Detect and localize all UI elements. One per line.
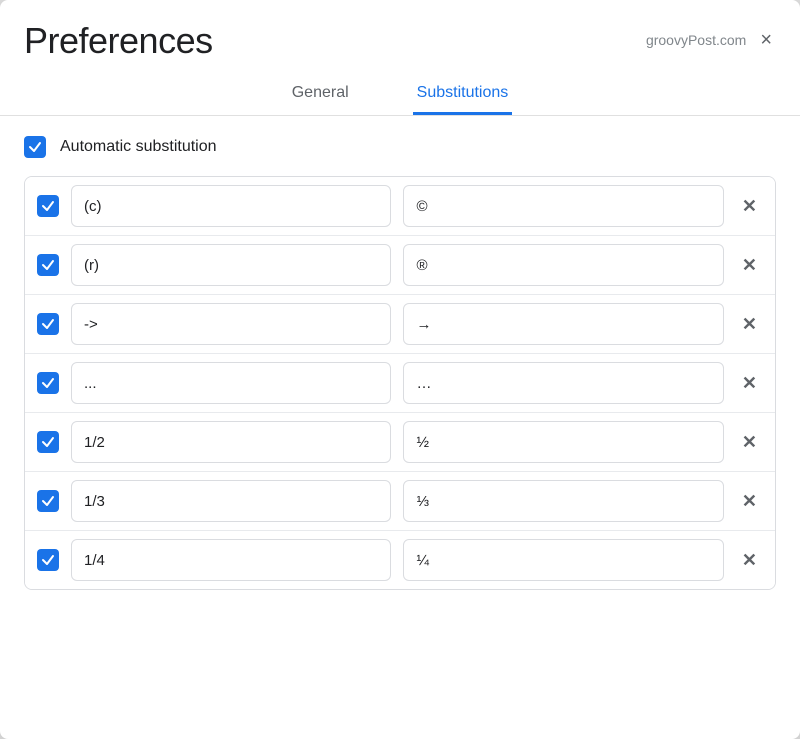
delete-button[interactable]: ✕ bbox=[736, 193, 763, 219]
delete-button[interactable]: ✕ bbox=[736, 429, 763, 455]
dialog-header: Preferences groovyPost.com × bbox=[0, 0, 800, 72]
to-input[interactable] bbox=[403, 539, 723, 581]
checkmark-icon bbox=[41, 199, 55, 213]
delete-button[interactable]: ✕ bbox=[736, 488, 763, 514]
row-checkbox[interactable] bbox=[37, 431, 59, 453]
table-row: ✕ bbox=[25, 177, 775, 236]
table-row: ✕ bbox=[25, 354, 775, 413]
row-checkbox[interactable] bbox=[37, 372, 59, 394]
to-input[interactable] bbox=[403, 480, 723, 522]
delete-button[interactable]: ✕ bbox=[736, 547, 763, 573]
row-checkbox[interactable] bbox=[37, 313, 59, 335]
auto-substitution-label: Automatic substitution bbox=[60, 138, 217, 156]
header-right: groovyPost.com × bbox=[646, 20, 776, 52]
tab-bar: General Substitutions bbox=[0, 72, 800, 116]
checkmark-icon bbox=[41, 494, 55, 508]
checkmark-icon bbox=[41, 258, 55, 272]
from-input[interactable] bbox=[71, 539, 391, 581]
to-input[interactable] bbox=[403, 303, 723, 345]
row-checkbox[interactable] bbox=[37, 254, 59, 276]
delete-button[interactable]: ✕ bbox=[736, 252, 763, 278]
from-input[interactable] bbox=[71, 185, 391, 227]
table-row: ✕ bbox=[25, 531, 775, 589]
table-row: ✕ bbox=[25, 236, 775, 295]
tab-substitutions[interactable]: Substitutions bbox=[413, 72, 513, 115]
table-row: ✕ bbox=[25, 472, 775, 531]
table-row: ✕ bbox=[25, 295, 775, 354]
from-input[interactable] bbox=[71, 362, 391, 404]
checkmark-icon bbox=[28, 140, 42, 154]
delete-button[interactable]: ✕ bbox=[736, 311, 763, 337]
from-input[interactable] bbox=[71, 421, 391, 463]
tab-content: Automatic substitution ✕ bbox=[0, 136, 800, 614]
checkmark-icon bbox=[41, 435, 55, 449]
table-scroll-area[interactable]: ✕ ✕ bbox=[25, 177, 775, 589]
close-button[interactable]: × bbox=[756, 28, 776, 52]
watermark: groovyPost.com bbox=[646, 32, 746, 48]
to-input[interactable] bbox=[403, 185, 723, 227]
row-checkbox[interactable] bbox=[37, 549, 59, 571]
preferences-dialog: Preferences groovyPost.com × General Sub… bbox=[0, 0, 800, 739]
tab-general[interactable]: General bbox=[288, 72, 353, 115]
checkmark-icon bbox=[41, 553, 55, 567]
substitutions-table: ✕ ✕ bbox=[24, 176, 776, 590]
row-checkbox[interactable] bbox=[37, 195, 59, 217]
to-input[interactable] bbox=[403, 362, 723, 404]
from-input[interactable] bbox=[71, 244, 391, 286]
table-row: ✕ bbox=[25, 413, 775, 472]
to-input[interactable] bbox=[403, 421, 723, 463]
page-title: Preferences bbox=[24, 20, 213, 62]
to-input[interactable] bbox=[403, 244, 723, 286]
auto-substitution-row: Automatic substitution bbox=[24, 136, 776, 158]
row-checkbox[interactable] bbox=[37, 490, 59, 512]
delete-button[interactable]: ✕ bbox=[736, 370, 763, 396]
checkmark-icon bbox=[41, 317, 55, 331]
checkmark-icon bbox=[41, 376, 55, 390]
from-input[interactable] bbox=[71, 480, 391, 522]
auto-substitution-checkbox[interactable] bbox=[24, 136, 46, 158]
from-input[interactable] bbox=[71, 303, 391, 345]
